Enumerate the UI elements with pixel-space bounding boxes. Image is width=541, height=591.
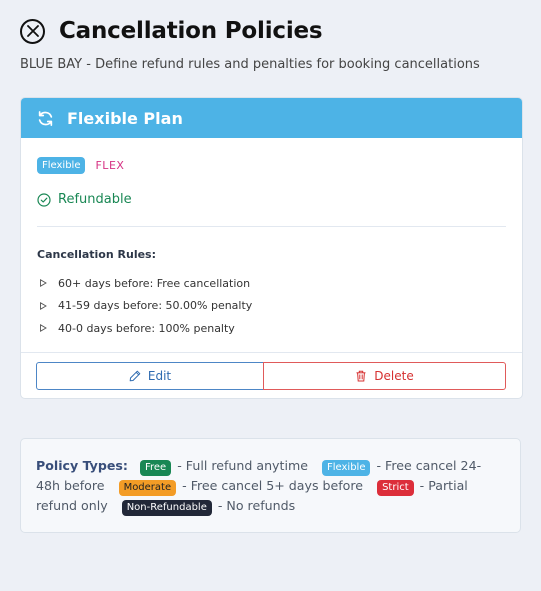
cancellation-rules-list: 60+ days before: Free cancellation 41-59… xyxy=(39,272,252,340)
rule-text: 40-0 days before: 100% penalty xyxy=(58,321,235,335)
triangle-right-icon xyxy=(40,279,47,288)
close-icon xyxy=(26,25,39,37)
page-subtitle: BLUE BAY - Define refund rules and penal… xyxy=(20,57,480,72)
refresh-icon xyxy=(38,110,53,126)
policy-card-header: Flexible Plan xyxy=(21,98,522,138)
triangle-right-icon xyxy=(40,301,47,310)
refundable-label: Refundable xyxy=(58,192,132,207)
policy-name: Flexible Plan xyxy=(67,108,183,128)
legend-badge-moderate: Moderate xyxy=(118,480,177,496)
legend-badge-strict: Strict xyxy=(377,480,414,496)
legend-desc-free: - Full refund anytime xyxy=(177,458,308,473)
policy-card-footer: Edit Delete xyxy=(21,352,522,398)
check-circle-icon xyxy=(37,192,51,207)
legend-title: Policy Types: xyxy=(36,458,128,473)
close-button[interactable] xyxy=(20,18,45,44)
page-header: Cancellation Policies xyxy=(20,18,323,44)
edit-button-label: Edit xyxy=(147,369,172,383)
pencil-icon xyxy=(129,370,141,382)
legend-desc-non-refundable: - No refunds xyxy=(217,498,296,513)
rule-text: 60+ days before: Free cancellation xyxy=(58,276,251,290)
rule-item: 41-59 days before: 50.00% penalty xyxy=(39,295,252,318)
triangle-right-icon xyxy=(40,324,47,333)
legend-badge-free: Free xyxy=(139,460,172,476)
edit-button[interactable]: Edit xyxy=(36,362,264,390)
trash-icon xyxy=(356,370,366,382)
policy-types-legend: Policy Types: Free - Full refund anytime… xyxy=(20,438,521,533)
policy-code: FLEX xyxy=(95,159,125,172)
delete-button-label: Delete xyxy=(374,369,414,383)
cancellation-rules-heading: Cancellation Rules: xyxy=(37,248,156,261)
refundable-status: Refundable xyxy=(37,192,132,207)
policy-badges: Flexible FLEX xyxy=(37,157,124,174)
legend-desc-moderate: - Free cancel 5+ days before xyxy=(182,478,364,493)
page-title: Cancellation Policies xyxy=(59,18,323,44)
delete-button[interactable]: Delete xyxy=(263,362,506,390)
divider xyxy=(37,226,506,227)
rule-item: 60+ days before: Free cancellation xyxy=(39,272,252,295)
policy-card: Flexible Plan Flexible FLEX Refundable C… xyxy=(20,97,523,399)
rule-text: 41-59 days before: 50.00% penalty xyxy=(58,299,253,313)
legend-badge-flexible: Flexible xyxy=(321,460,371,476)
rule-item: 40-0 days before: 100% penalty xyxy=(39,317,252,340)
legend-badge-non-refundable: Non-Refundable xyxy=(121,500,212,516)
policy-type-badge: Flexible xyxy=(37,157,86,174)
